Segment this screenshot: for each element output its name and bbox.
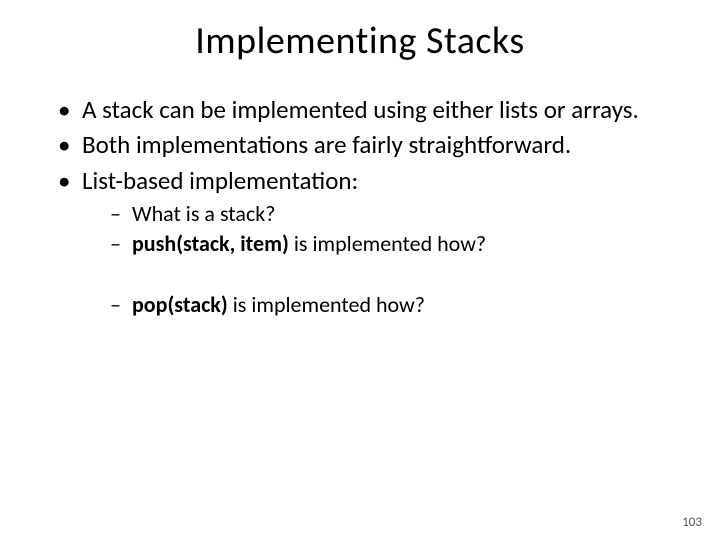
sub-bullet-item: What is a stack? [110, 200, 680, 228]
sub-bullet-list: What is a stack? push(stack, item) is im… [82, 200, 680, 258]
sub-bullet-bold: push(stack, item) [132, 230, 289, 257]
bullet-item: Both implementations are fairly straight… [58, 129, 680, 160]
slide: Implementing Stacks A stack can be imple… [0, 0, 720, 540]
sub-bullet-item: pop(stack) is implemented how? [110, 291, 680, 319]
sub-bullet-item: push(stack, item) is implemented how? [110, 230, 680, 258]
sub-bullet-text: is implemented how? [228, 291, 425, 318]
spacer [82, 261, 680, 287]
sub-bullet-list: pop(stack) is implemented how? [82, 291, 680, 319]
slide-body: A stack can be implemented using either … [0, 64, 720, 318]
sub-bullet-text: is implemented how? [289, 230, 486, 257]
sub-bullet-bold: pop(stack) [132, 291, 228, 318]
bullet-text: List-based implementation: [82, 165, 358, 196]
bullet-item: A stack can be implemented using either … [58, 94, 680, 125]
bullet-text: A stack can be implemented using either … [82, 94, 639, 125]
bullet-item: List-based implementation: What is a sta… [58, 165, 680, 319]
slide-title: Implementing Stacks [0, 0, 720, 64]
bullet-text: Both implementations are fairly straight… [82, 129, 571, 160]
bullet-list: A stack can be implemented using either … [40, 94, 680, 318]
page-number: 103 [682, 515, 702, 530]
sub-bullet-text: What is a stack? [132, 200, 275, 227]
